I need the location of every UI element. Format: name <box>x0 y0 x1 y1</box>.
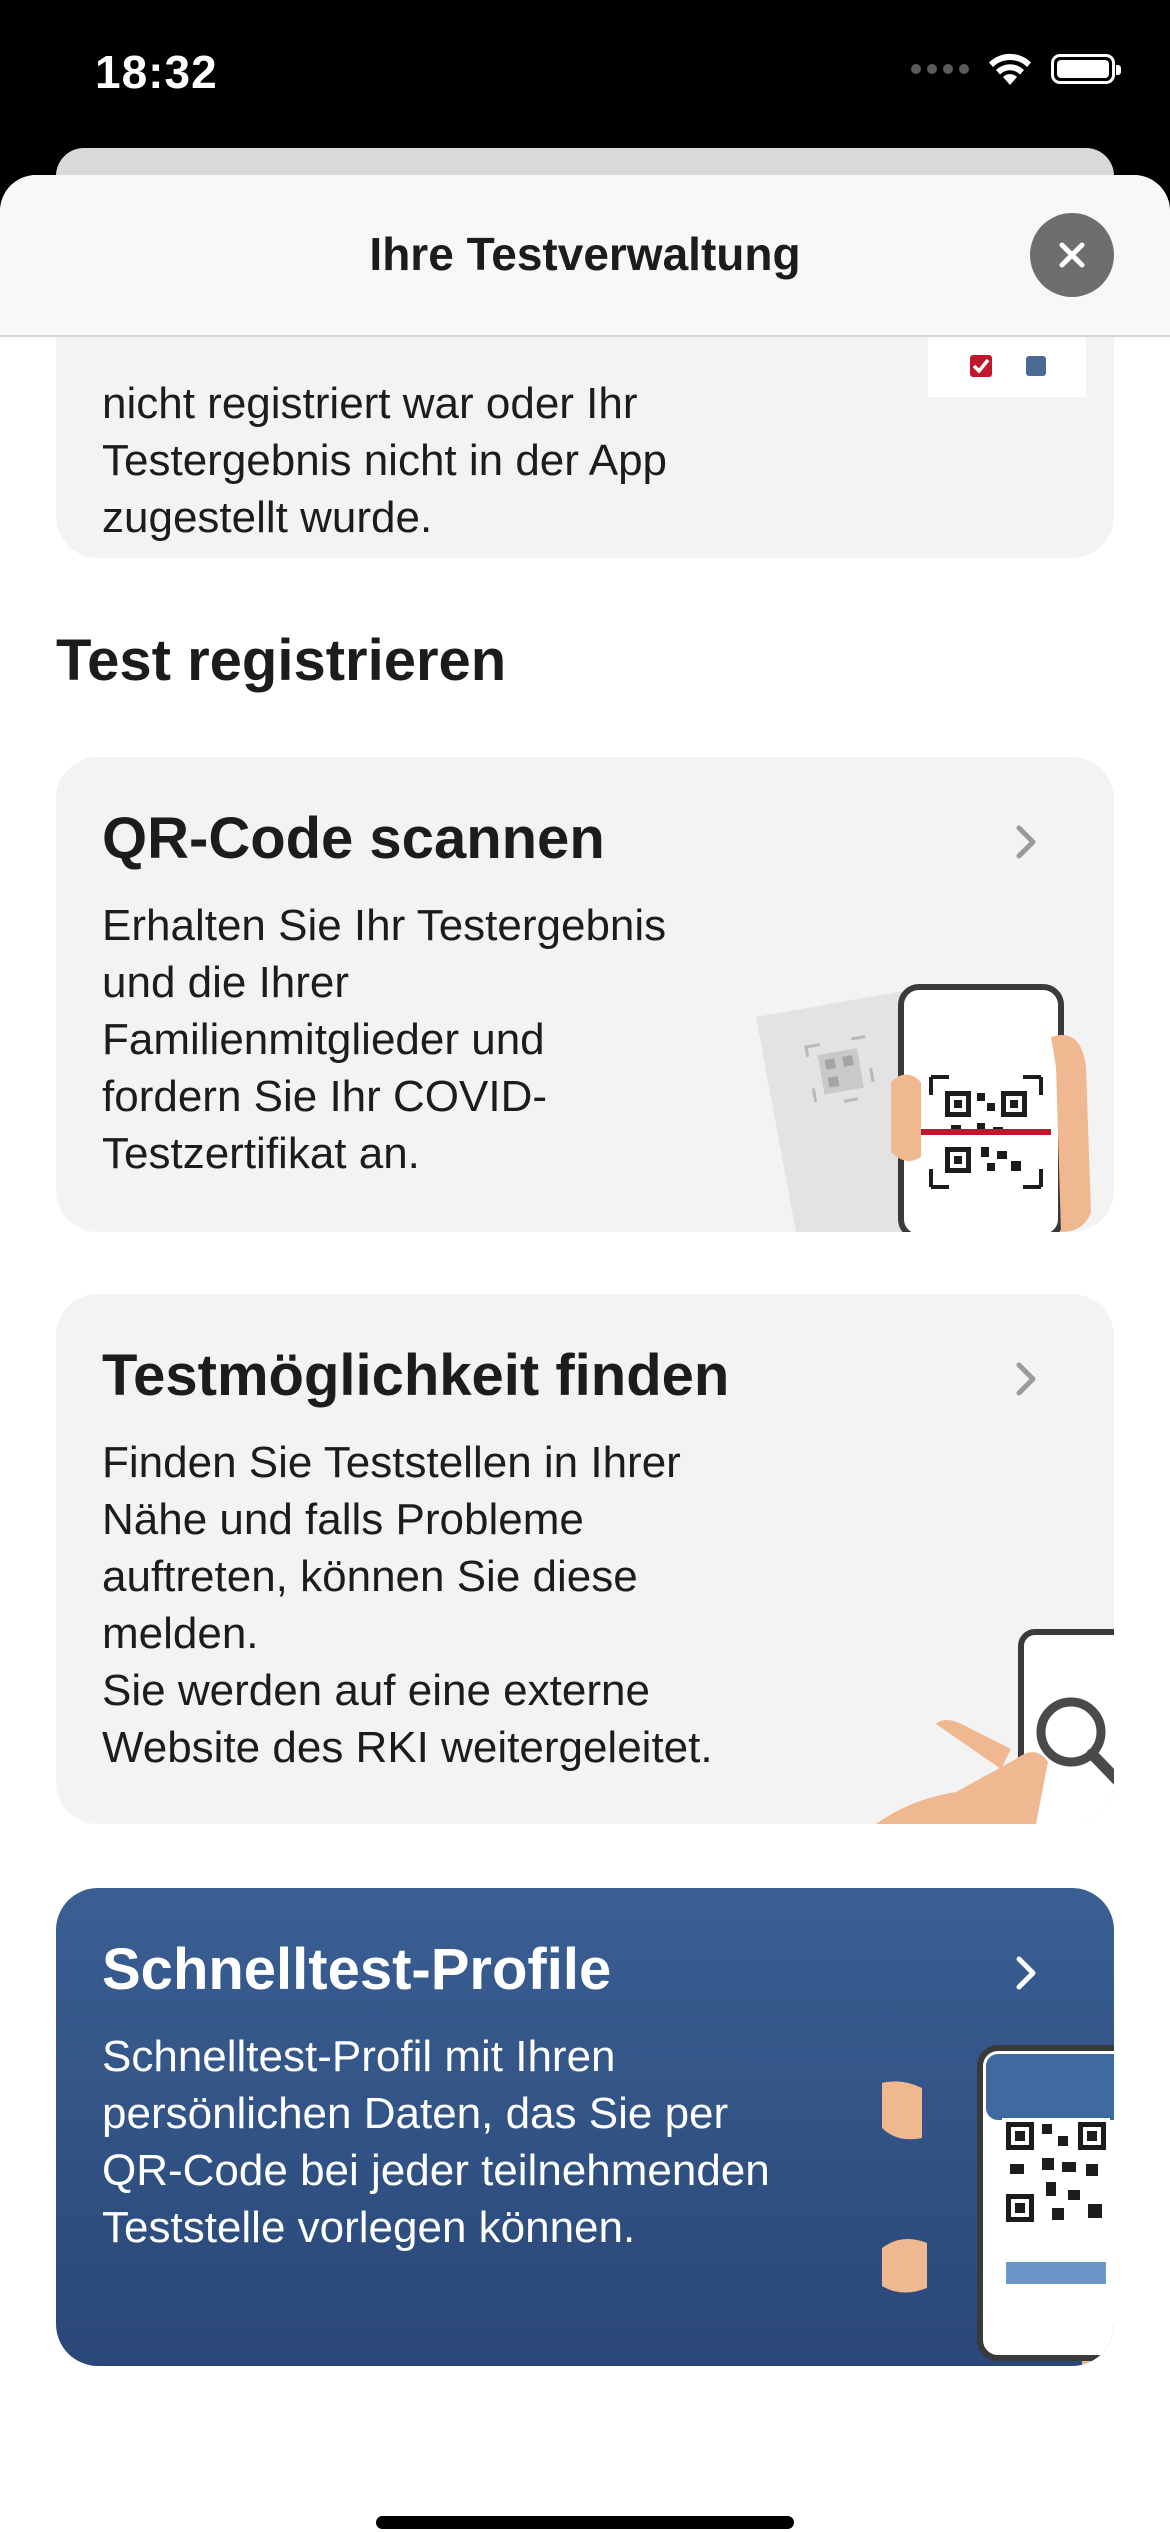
wifi-icon <box>989 53 1031 85</box>
chevron-right-icon <box>1016 1362 1036 1396</box>
section-heading: Test registrieren <box>56 628 507 693</box>
status-icons <box>911 52 1121 86</box>
qr-scan-illustration <box>756 984 1091 1232</box>
qr-code-scan-card[interactable]: QR-Code scannen Erhalten Sie Ihr Testerg… <box>56 757 1114 1232</box>
home-indicator <box>376 2516 794 2529</box>
chevron-right-icon <box>1016 825 1036 859</box>
rapid-test-profile-card[interactable]: Schnelltest-Profile Schnelltest-Profil m… <box>56 1888 1114 2366</box>
status-bar: 18:32 <box>0 0 1170 150</box>
card-text: Erhalten Sie Ihr Testergebnis und die Ih… <box>102 901 667 1178</box>
previous-card-text: nicht registriert war oder Ihr Testergeb… <box>102 379 668 542</box>
sheet-header: Ihre Testverwaltung <box>0 175 1170 337</box>
chevron-right-icon <box>1016 1956 1036 1990</box>
search-phone-illustration <box>876 1629 1114 1824</box>
card-text: Finden Sie Teststellen in Ihrer Nähe und… <box>102 1438 713 1772</box>
card-title: QR-Code scannen <box>102 806 605 871</box>
close-button[interactable] <box>1030 213 1114 297</box>
close-icon <box>1059 242 1085 268</box>
card-title: Schnelltest-Profile <box>102 1937 612 2002</box>
card-text: Schnelltest-Profil mit Ihren persönliche… <box>102 2032 770 2252</box>
card-title: Testmöglichkeit finden <box>102 1343 730 1408</box>
find-test-location-card[interactable]: Testmöglichkeit finden Finden Sie Testst… <box>56 1294 1114 1824</box>
page-title: Ihre Testverwaltung <box>369 228 801 280</box>
battery-icon <box>1051 54 1121 84</box>
status-time: 18:32 <box>95 46 218 98</box>
modal-sheet: Ihre Testverwaltung nicht registriert wa… <box>0 175 1170 2532</box>
signal-icon <box>911 64 969 74</box>
qr-profile-phone-illustration <box>882 2045 1114 2366</box>
